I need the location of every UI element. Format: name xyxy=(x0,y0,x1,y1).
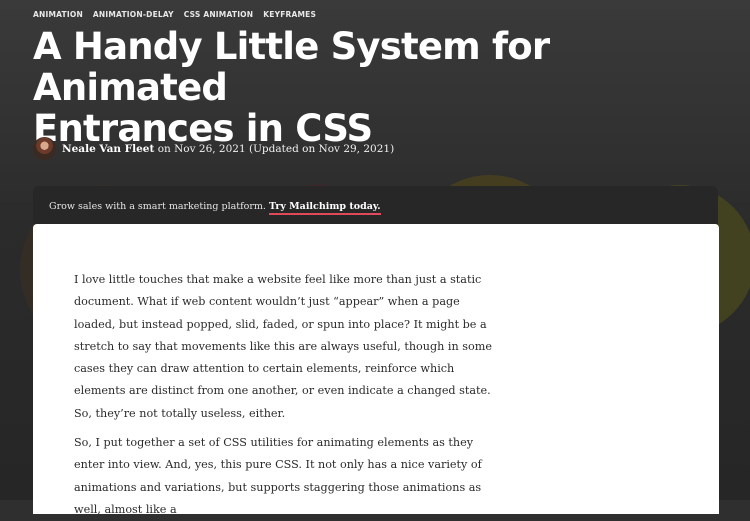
tag-keyframes[interactable]: KEYFRAMES xyxy=(263,10,316,19)
tag-css-animation[interactable]: CSS ANIMATION xyxy=(184,10,253,19)
tag-animation-delay[interactable]: ANIMATION-DELAY xyxy=(93,10,174,19)
author-link[interactable]: Neale Van Fleet xyxy=(62,143,154,155)
article-paragraph: I love little touches that make a websit… xyxy=(74,273,492,420)
sponsor-text: Grow sales with a smart marketing platfo… xyxy=(49,201,266,212)
page-title-line1: A Handy Little System for Animated xyxy=(33,25,550,109)
publish-date: on Nov 26, 2021 (Updated on Nov 29, 2021… xyxy=(157,142,395,155)
sponsor-link[interactable]: Try Mailchimp today. xyxy=(268,201,381,215)
page-title: A Handy Little System for Animated Entra… xyxy=(33,26,733,149)
sponsor-banner: Grow sales with a smart marketing platfo… xyxy=(33,186,718,224)
tag-list: ANIMATION ANIMATION-DELAY CSS ANIMATION … xyxy=(33,10,316,19)
author-avatar[interactable] xyxy=(33,137,56,160)
article-body: I love little touches that make a websit… xyxy=(33,224,719,516)
tag-animation[interactable]: ANIMATION xyxy=(33,10,83,19)
article-paragraph: So, I put together a set of CSS utilitie… xyxy=(74,436,482,516)
byline: Neale Van Fleet on Nov 26, 2021 (Updated… xyxy=(33,137,394,160)
sponsor-text-wrap: Grow sales with a smart marketing platfo… xyxy=(49,201,381,215)
